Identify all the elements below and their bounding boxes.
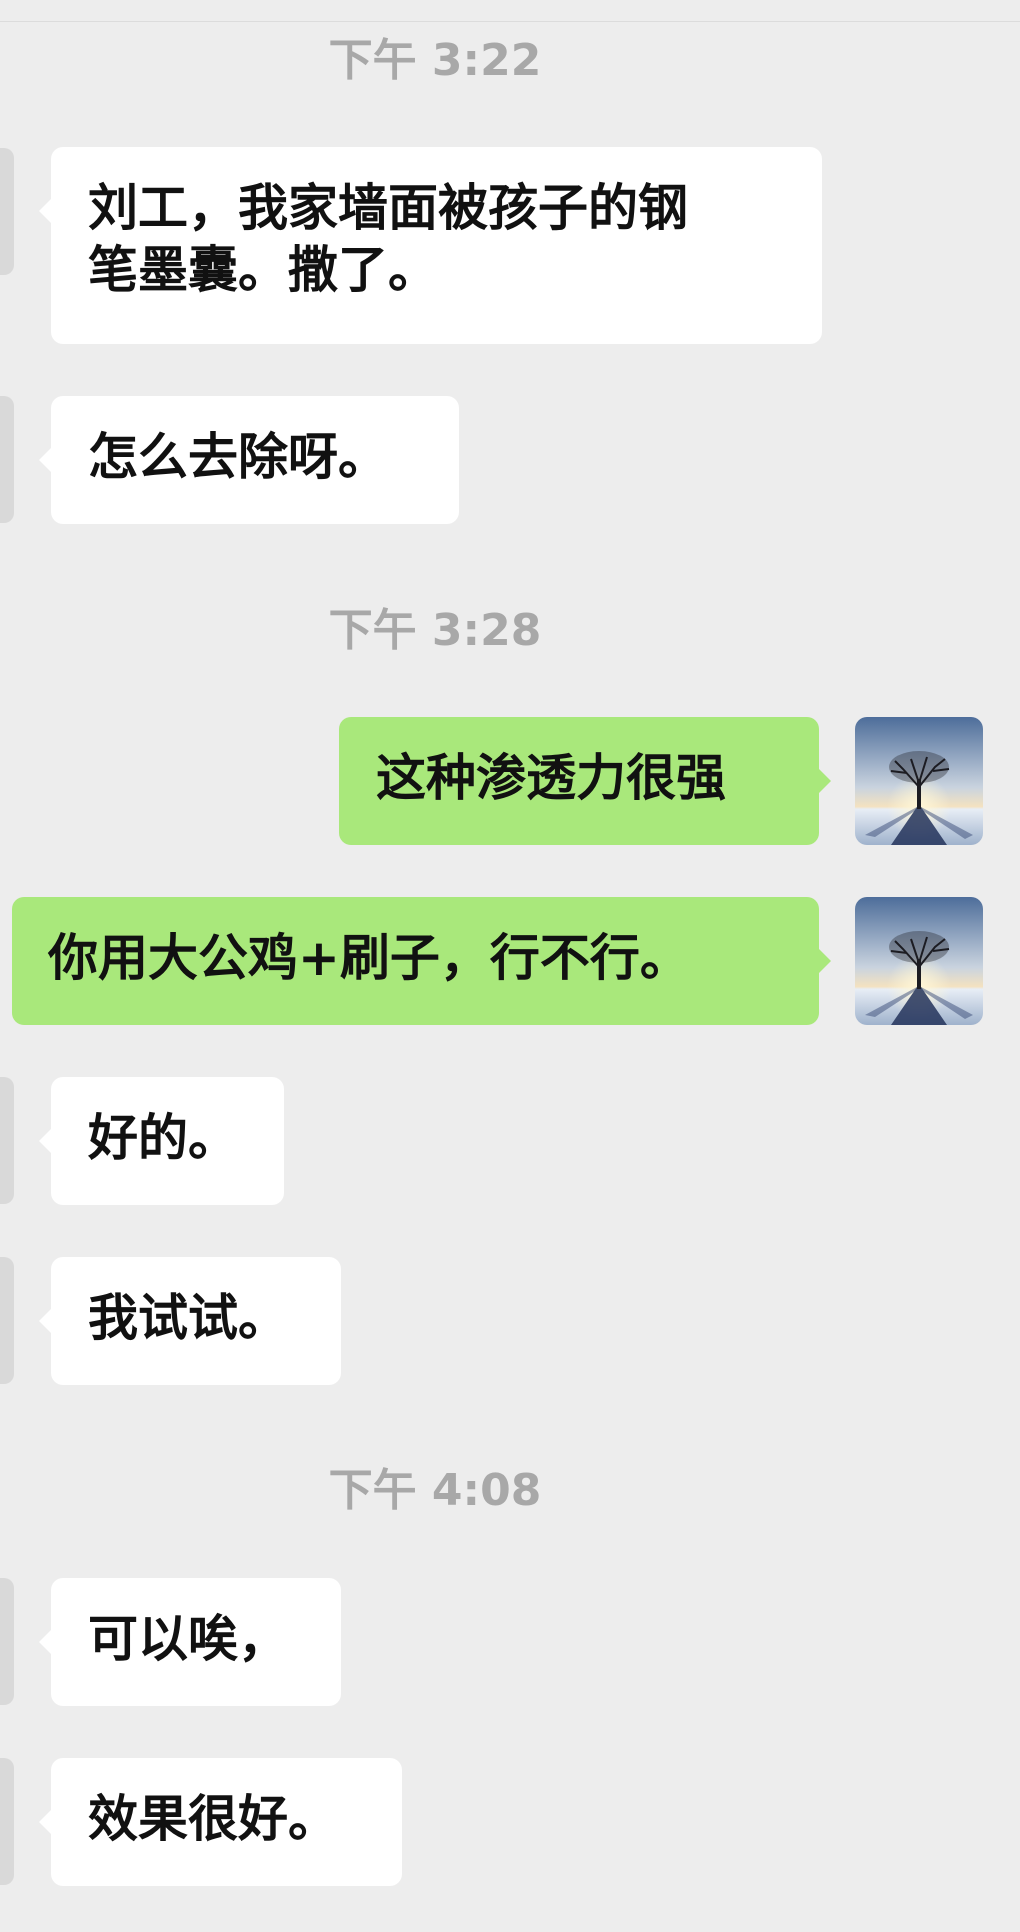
- incoming-message-bubble[interactable]: 我试试。: [39, 1257, 341, 1385]
- incoming-message-bubble[interactable]: 好的。: [39, 1077, 284, 1205]
- tree-sunset-avatar-icon: [855, 717, 983, 845]
- outgoing-message-bubble[interactable]: 你用大公鸡+刷子，行不行。: [12, 897, 831, 1025]
- timestamp: 下午 3:28: [328, 605, 542, 656]
- contact-avatar-edge[interactable]: [0, 396, 14, 523]
- contact-avatar-edge[interactable]: [0, 1578, 14, 1705]
- incoming-message-bubble[interactable]: 怎么去除呀。: [39, 396, 459, 524]
- self-avatar-icon[interactable]: [855, 897, 983, 1025]
- contact-avatar-edge[interactable]: [0, 1758, 14, 1885]
- contact-avatar-edge[interactable]: [0, 1257, 14, 1384]
- timestamp: 下午 3:22: [328, 35, 542, 86]
- tree-sunset-avatar-icon: [855, 897, 983, 1025]
- top-divider: [0, 0, 1020, 22]
- incoming-message-bubble[interactable]: 效果很好。: [39, 1758, 402, 1886]
- incoming-message-bubble[interactable]: 可以唉，: [39, 1578, 341, 1706]
- outgoing-message-bubble[interactable]: 这种渗透力很强: [339, 717, 831, 845]
- timestamp: 下午 4:08: [328, 1465, 542, 1516]
- self-avatar-icon[interactable]: [855, 717, 983, 845]
- contact-avatar-edge[interactable]: [0, 148, 14, 275]
- contact-avatar-edge[interactable]: [0, 1077, 14, 1204]
- incoming-message-bubble[interactable]: 刘工，我家墙面被孩子的钢 笔墨囊。撒了。: [39, 147, 822, 344]
